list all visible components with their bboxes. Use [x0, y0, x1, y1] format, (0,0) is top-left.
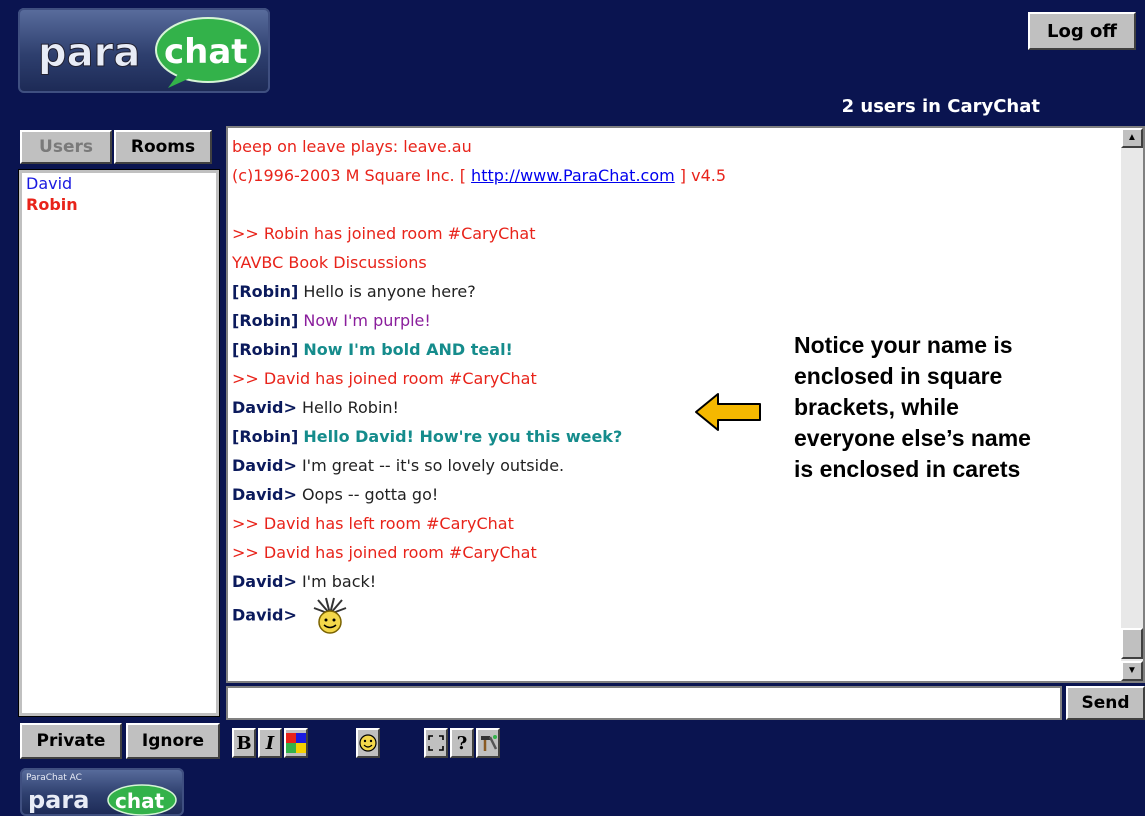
version-text: ] v4.5 [674, 166, 727, 185]
chat-line-join: >> Robin has joined room #CaryChat [232, 224, 536, 243]
logo-small-text-chat: chat [115, 789, 165, 813]
color-palette-icon [286, 733, 306, 753]
chat-sender: David> [232, 485, 297, 504]
chat-sender: David> [232, 456, 297, 475]
spiky-smiley-emoticon-icon [313, 597, 347, 634]
send-button[interactable]: Send [1066, 686, 1145, 720]
chat-sender: [Robin] [232, 427, 299, 446]
chat-sender: David> [232, 398, 297, 417]
chat-message: I'm great -- it's so lovely outside. [301, 456, 565, 475]
annotation-text: Notice your name is enclosed in square b… [794, 332, 1031, 482]
tools-button[interactable] [476, 728, 500, 758]
bold-button[interactable]: B [232, 728, 256, 758]
hammer-wrench-icon [481, 735, 498, 751]
chat-message: Oops -- gotta go! [301, 485, 439, 504]
user-count-label: 2 users in CaryChat [841, 96, 1040, 117]
chat-message: Hello Robin! [301, 398, 399, 417]
app-root: para chat Log off 2 users in CaryChat Us… [0, 0, 1145, 816]
chat-line-system: beep on leave plays: leave.au [232, 137, 472, 156]
logo-small-caption: ParaChat AC [26, 773, 82, 783]
emoticon-button[interactable] [356, 728, 380, 758]
parachat-ac-logo-graphic: ParaChat AC para chat [26, 773, 177, 816]
fullscreen-button[interactable] [424, 728, 448, 758]
chat-line-leave: >> David has left room #CaryChat [232, 514, 514, 533]
parachat-logo-graphic: para chat [38, 17, 261, 88]
scroll-down-icon[interactable]: ▼ [1121, 661, 1143, 681]
chat-line-copyright: (c)1996-2003 M Square Inc. [ http://www.… [232, 161, 1112, 190]
parachat-link[interactable]: http://www.ParaChat.com [471, 166, 675, 185]
parachat-ac-logo: ParaChat AC para chat [20, 768, 184, 816]
chat-message: Hello David! How're you this week? [303, 427, 623, 446]
chat-sender: David> [232, 572, 297, 591]
logo-text-para: para [38, 30, 140, 76]
ignore-button[interactable]: Ignore [126, 723, 220, 759]
chat-sender: David> [232, 605, 297, 625]
left-arrow-icon [695, 393, 761, 431]
chat-line-room-topic: YAVBC Book Discussions [232, 253, 427, 272]
chat-line-join: >> David has joined room #CaryChat [232, 543, 537, 562]
chat-scrollbar[interactable]: ▲ ▼ [1121, 128, 1143, 681]
tab-rooms[interactable]: Rooms [114, 130, 212, 164]
chat-message: Now I'm purple! [303, 311, 431, 330]
scroll-up-icon[interactable]: ▲ [1121, 128, 1143, 148]
chat-line: David> I'm back! [232, 567, 1112, 596]
chat-message: Hello is anyone here? [303, 282, 476, 301]
expand-icon [428, 735, 444, 751]
chat-line: [Robin] Hello is anyone here? [232, 277, 1112, 306]
logo-text-chat: chat [164, 32, 248, 72]
tab-users[interactable]: Users [20, 130, 112, 164]
private-button[interactable]: Private [20, 723, 122, 759]
user-list-item-robin[interactable]: Robin [22, 194, 216, 215]
chat-sender: [Robin] [232, 311, 299, 330]
user-list: David Robin [18, 169, 220, 717]
chat-message: Now I'm bold AND teal! [303, 340, 513, 359]
logo-small-text-para: para [28, 786, 89, 814]
scrollbar-thumb[interactable] [1121, 628, 1143, 659]
chat-message: I'm back! [301, 572, 377, 591]
chat-line-emoticon: David> [232, 596, 1112, 636]
smiley-icon [359, 734, 377, 752]
message-input[interactable] [226, 686, 1062, 720]
color-picker-button[interactable] [284, 728, 308, 758]
italic-button[interactable]: I [258, 728, 282, 758]
parachat-logo: para chat [18, 8, 270, 93]
copyright-text: (c)1996-2003 M Square Inc. [ [232, 166, 472, 185]
chat-line-blank [232, 190, 1112, 219]
help-button[interactable]: ? [450, 728, 474, 758]
user-list-item-david[interactable]: David [22, 173, 216, 194]
logoff-button[interactable]: Log off [1028, 12, 1136, 50]
chat-sender: [Robin] [232, 340, 299, 359]
chat-sender: [Robin] [232, 282, 299, 301]
